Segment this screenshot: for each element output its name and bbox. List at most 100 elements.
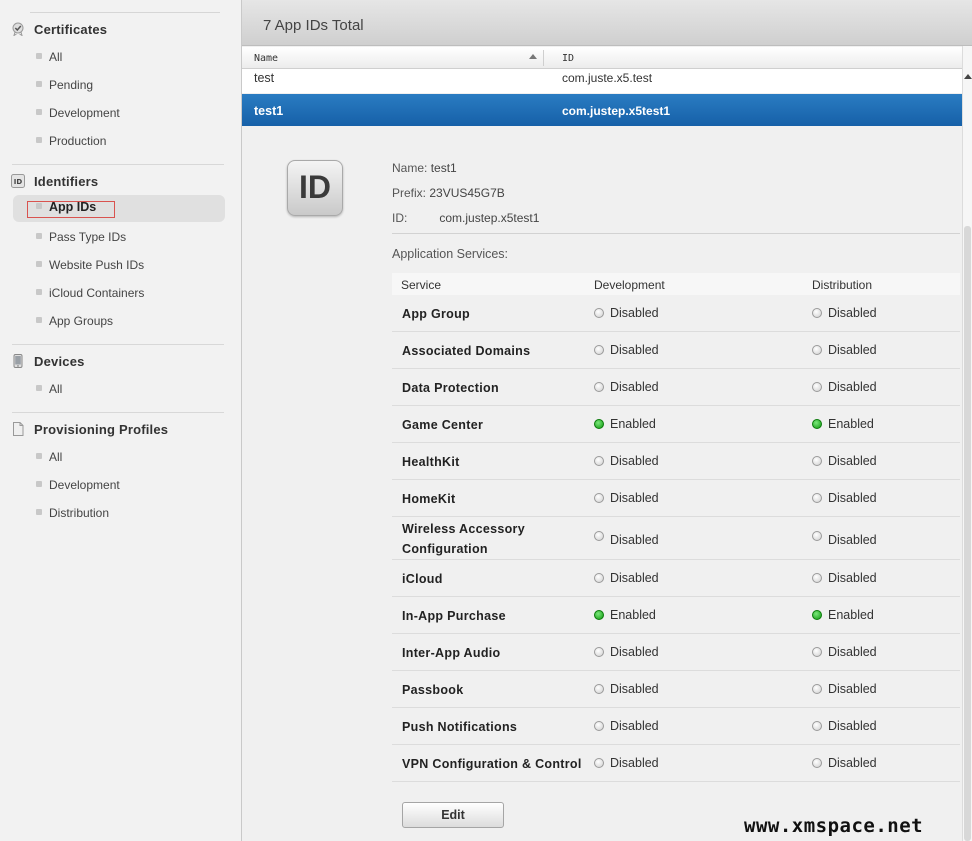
service-name: Passbook (402, 682, 464, 697)
application-services-title: Application Services: (392, 247, 509, 261)
bullet-icon (36, 385, 42, 391)
service-name: Associated Domains (402, 343, 531, 358)
service-name: Wireless Accessory Configuration (402, 522, 525, 556)
service-distribution-status: Disabled (812, 530, 877, 547)
document-icon (13, 422, 24, 436)
status-text: Disabled (828, 718, 877, 733)
service-row: Data Protection Disabled Disabled (392, 369, 960, 406)
sidebar-top-divider (30, 12, 220, 13)
service-development-status: Disabled (594, 645, 659, 659)
service-row: Push Notifications Disabled Disabled (392, 708, 960, 745)
service-name: iCloud (402, 571, 443, 586)
sidebar-heading-identifiers[interactable]: ID Identifiers (0, 171, 242, 193)
services-table-header: Service Development Distribution (392, 273, 960, 295)
detail-prefix-label: Prefix: (392, 186, 427, 200)
status-text: Disabled (828, 532, 877, 547)
bullet-icon (36, 203, 42, 209)
sidebar-heading-label: Certificates (34, 22, 108, 37)
sidebar-item-label: iCloud Containers (49, 286, 145, 300)
sidebar-item-profiles-distribution[interactable]: Distribution (0, 501, 242, 527)
service-row: Associated Domains Disabled Disabled (392, 332, 960, 369)
scrollbar-thumb[interactable] (964, 226, 971, 841)
service-distribution-status: Disabled (812, 454, 877, 468)
sort-ascending-icon[interactable] (529, 54, 537, 59)
sidebar-divider (12, 344, 224, 345)
bullet-icon (36, 453, 42, 459)
sidebar-heading-label: Devices (34, 354, 85, 369)
service-name: Game Center (402, 417, 484, 432)
status-disabled-icon (594, 381, 604, 392)
vertical-scrollbar[interactable] (962, 46, 972, 841)
status-text: Disabled (828, 342, 877, 357)
sidebar-item-profiles-development[interactable]: Development (0, 473, 242, 499)
bullet-icon (36, 261, 42, 267)
row-name: test1 (254, 104, 284, 118)
status-disabled-icon (812, 455, 822, 466)
sidebar-item-app-groups[interactable]: App Groups (0, 309, 242, 335)
detail-id: ID: com.justep.x5test1 (392, 211, 539, 225)
app-id-icon: ID (287, 160, 343, 216)
sidebar-item-profiles-all[interactable]: All (0, 445, 242, 471)
service-development-status: Disabled (594, 571, 659, 585)
status-disabled-icon (812, 757, 822, 768)
services-column-distribution: Distribution (812, 278, 873, 292)
status-enabled-icon (594, 418, 604, 429)
sidebar-heading-provisioning-profiles[interactable]: Provisioning Profiles (0, 419, 242, 441)
sidebar-item-certificates-pending[interactable]: Pending (0, 73, 242, 99)
sidebar-item-certificates-production[interactable]: Production (0, 129, 242, 155)
sidebar-item-label: App IDs (49, 200, 97, 214)
status-disabled-icon (594, 720, 604, 731)
status-disabled-icon (594, 646, 604, 657)
status-text: Disabled (610, 305, 659, 320)
status-disabled-icon (812, 646, 822, 657)
status-text: Disabled (828, 755, 877, 770)
sidebar-item-label: All (49, 450, 63, 464)
bullet-icon (36, 109, 42, 115)
detail-id-label: ID: (392, 211, 408, 225)
table-row-selected[interactable]: test1 com.justep.x5test1 (242, 94, 962, 126)
sidebar-item-devices-all[interactable]: All (0, 377, 242, 403)
edit-button[interactable]: Edit (402, 802, 504, 828)
sidebar-heading-certificates[interactable]: Certificates (0, 19, 242, 41)
status-text: Disabled (828, 305, 877, 320)
column-header-name[interactable]: Name (254, 53, 278, 64)
service-development-status: Enabled (594, 608, 656, 622)
sidebar-item-certificates-all[interactable]: All (0, 45, 242, 71)
status-text: Disabled (610, 570, 659, 585)
status-text: Disabled (610, 453, 659, 468)
scroll-up-arrow-icon[interactable] (964, 74, 972, 79)
service-distribution-status: Enabled (812, 417, 874, 431)
column-header-id[interactable]: ID (562, 53, 574, 64)
service-distribution-status: Disabled (812, 571, 877, 585)
page-title: 7 App IDs Total (263, 17, 364, 34)
sidebar-item-label: Pass Type IDs (49, 230, 127, 244)
sidebar-item-certificates-development[interactable]: Development (0, 101, 242, 127)
status-disabled-icon (594, 307, 604, 318)
detail-name-value: test1 (430, 161, 457, 175)
detail-id-value: com.justep.x5test1 (439, 211, 540, 225)
sidebar-heading-label: Provisioning Profiles (34, 422, 169, 437)
status-text: Disabled (828, 570, 877, 585)
service-row: App Group Disabled Disabled (392, 295, 960, 332)
status-text: Disabled (610, 681, 659, 696)
sidebar-item-website-push-ids[interactable]: Website Push IDs (0, 253, 242, 279)
status-text: Disabled (828, 644, 877, 659)
services-column-service: Service (401, 278, 442, 292)
table-row[interactable]: test com.juste.x5.test (242, 69, 962, 93)
bullet-icon (36, 509, 42, 515)
main-panel: 7 App IDs Total Name ID test com.juste.x… (242, 0, 972, 841)
status-text: Disabled (828, 681, 877, 696)
sidebar: Certificates All Pending Development Pro… (0, 0, 242, 841)
service-name: HealthKit (402, 454, 460, 469)
sidebar-heading-devices[interactable]: Devices (0, 351, 242, 373)
row-name: test (254, 71, 275, 85)
sidebar-item-app-ids[interactable]: App IDs (0, 195, 242, 222)
watermark-text: www.xmspace.net (744, 815, 924, 837)
sidebar-item-pass-type-ids[interactable]: Pass Type IDs (0, 225, 242, 251)
service-development-status: Disabled (594, 719, 659, 733)
svg-text:ID: ID (14, 178, 23, 186)
service-name: Inter-App Audio (402, 645, 501, 660)
sidebar-item-icloud-containers[interactable]: iCloud Containers (0, 281, 242, 307)
status-disabled-icon (594, 572, 604, 583)
service-row: Wireless Accessory Configuration Disabled… (392, 517, 960, 560)
